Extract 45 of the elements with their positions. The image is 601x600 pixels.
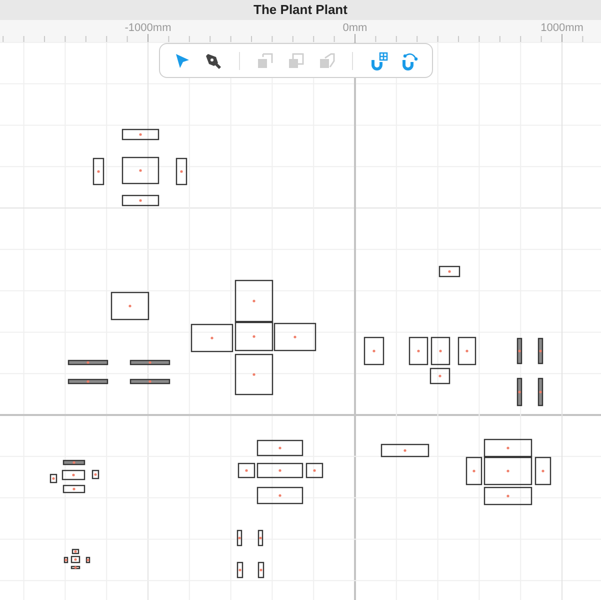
- furniture-block: [516, 378, 522, 406]
- furniture-block: [92, 158, 104, 186]
- furniture-block: [122, 156, 160, 184]
- ruler-label: 1000mm: [540, 22, 584, 34]
- furniture-block: [438, 266, 460, 278]
- furniture-block: [458, 336, 476, 366]
- furniture-block: [130, 378, 170, 384]
- ruler-label: 0mm: [342, 22, 368, 34]
- furniture-block: [256, 486, 304, 504]
- furniture-block: [236, 530, 242, 546]
- furniture-block: [50, 474, 58, 484]
- furniture-block: [176, 158, 188, 186]
- furniture-block: [306, 462, 324, 478]
- furniture-block: [122, 194, 160, 206]
- furniture-block: [408, 336, 428, 366]
- furniture-block: [62, 470, 86, 480]
- layers-icon: [317, 50, 338, 70]
- furniture-block: [538, 338, 544, 364]
- furniture-block: [70, 566, 80, 570]
- furniture-block: [122, 128, 160, 140]
- furniture-block: [258, 530, 264, 546]
- furniture-block: [62, 460, 86, 466]
- furniture-block: [92, 470, 100, 480]
- furniture-block: [538, 378, 544, 406]
- layers-icon: [286, 50, 306, 70]
- furniture-block: [68, 360, 108, 366]
- magnet-curve-icon: [400, 50, 420, 70]
- furniture-block: [68, 378, 108, 384]
- furniture-block: [430, 336, 450, 366]
- furniture-block: [430, 368, 450, 384]
- furniture-block: [62, 484, 86, 494]
- ruler-label: -1000mm: [124, 22, 172, 34]
- furniture-block: [130, 360, 170, 366]
- furniture-block: [516, 338, 522, 364]
- furniture-block: [534, 456, 552, 486]
- furniture-block: [110, 292, 150, 320]
- furniture-block: [258, 562, 264, 578]
- furniture-block: [236, 562, 244, 578]
- window-title: The Plant Plant: [254, 1, 348, 20]
- furniture-block: [364, 336, 384, 366]
- furniture-block: [380, 444, 430, 458]
- furniture-block: [256, 440, 304, 456]
- magnet-grid-icon: [368, 50, 389, 70]
- furniture-block: [64, 556, 68, 564]
- furniture-block: [86, 556, 90, 564]
